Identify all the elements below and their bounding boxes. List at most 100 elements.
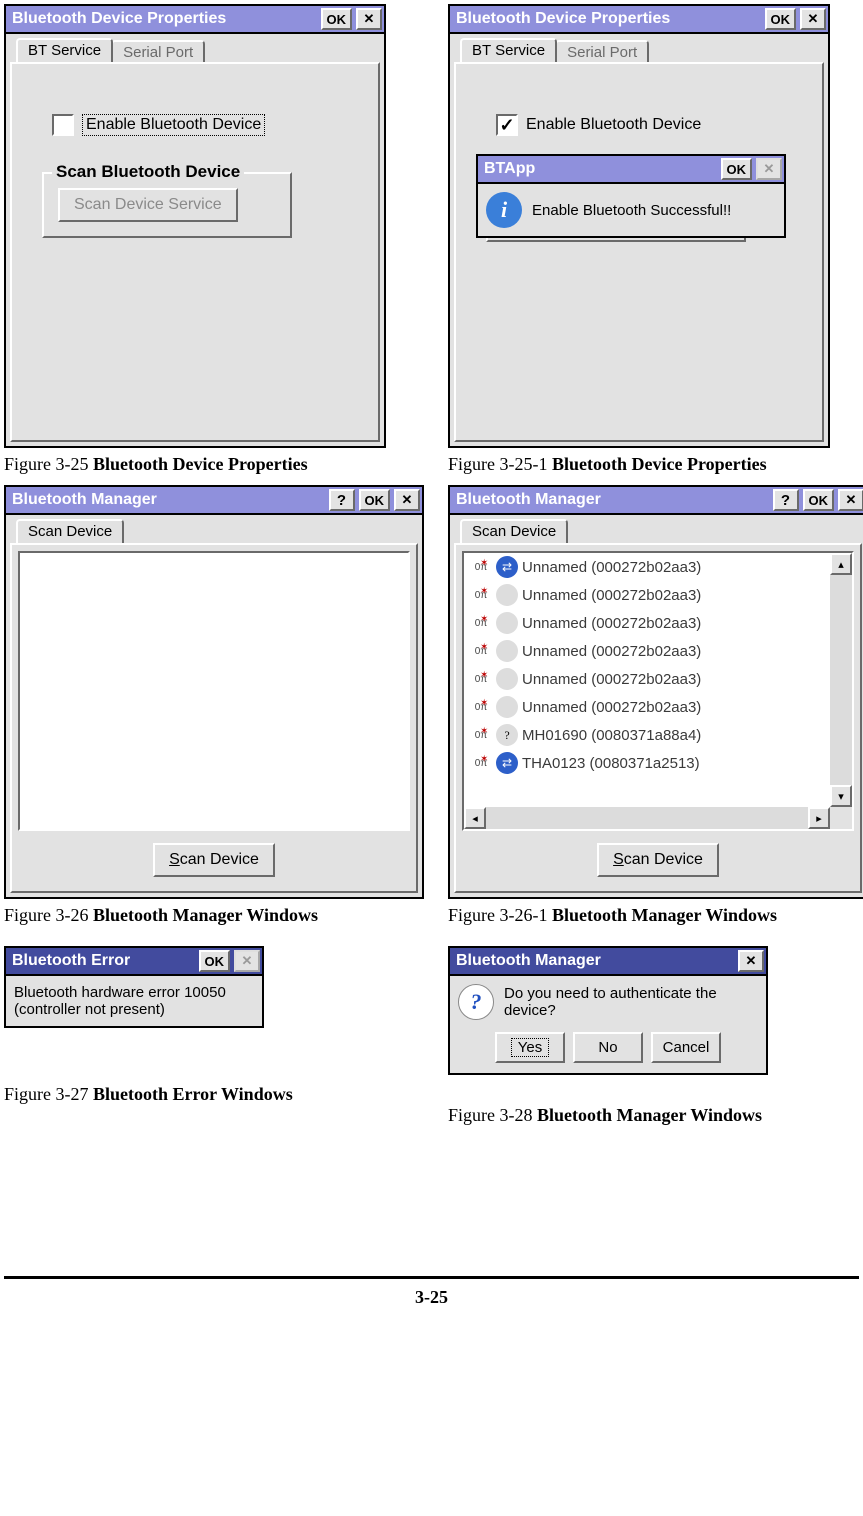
device-label: Unnamed (000272b02aa3) — [522, 587, 701, 604]
scan-device-button[interactable]: Scan Device — [597, 843, 719, 877]
scroll-right-icon[interactable]: ▸ — [808, 807, 830, 829]
vertical-scrollbar[interactable]: ▴ ▾ — [830, 553, 852, 807]
titlebar: Bluetooth Manager OK — [450, 487, 863, 515]
list-item[interactable]: 0π⇄THA0123 (0080371a2513) — [464, 749, 830, 777]
ok-button[interactable]: OK — [199, 950, 231, 972]
bt-auth-dialog: Bluetooth Manager ? Do you need to authe… — [448, 946, 768, 1075]
dialog-message: Enable Bluetooth Successful!! — [532, 202, 731, 219]
titlebar: Bluetooth Manager — [450, 948, 766, 976]
bt-manager-window-empty: Bluetooth Manager OK Scan Device Scan De… — [4, 485, 424, 899]
titlebar: Bluetooth Device Properties OK — [6, 6, 384, 34]
figure-caption: Figure 3-28 Bluetooth Manager Windows — [448, 1105, 859, 1126]
btapp-dialog: BTApp OK i Enable Bluetooth Successful!! — [476, 154, 786, 238]
device-label: Unnamed (000272b02aa3) — [522, 643, 701, 660]
tab-serial-port[interactable]: Serial Port — [555, 40, 649, 62]
scroll-down-icon[interactable]: ▾ — [830, 785, 852, 807]
tab-serial-port[interactable]: Serial Port — [111, 40, 205, 62]
bt-error-dialog: Bluetooth Error OK Bluetooth hardware er… — [4, 946, 264, 1028]
window-title: Bluetooth Manager — [450, 952, 736, 970]
device-label: THA0123 (0080371a2513) — [522, 755, 700, 772]
close-icon[interactable] — [738, 950, 764, 972]
key-icon — [496, 584, 518, 606]
list-item[interactable]: 0π⇄Unnamed (000272b02aa3) — [464, 553, 830, 581]
figure-caption: Figure 3-26 Bluetooth Manager Windows — [4, 905, 448, 926]
window-title: Bluetooth Manager — [6, 491, 327, 509]
bt-manager-window-list: Bluetooth Manager OK Scan Device 0π⇄Unna… — [448, 485, 863, 899]
titlebar: Bluetooth Device Properties OK — [450, 6, 828, 34]
dialog-message: Do you need to authenticate the device? — [504, 985, 758, 1019]
net-icon: ⇄ — [496, 752, 518, 774]
close-icon — [756, 158, 782, 180]
cancel-button[interactable]: Cancel — [651, 1032, 721, 1063]
scroll-left-icon[interactable]: ◂ — [464, 807, 486, 829]
device-list[interactable]: 0π⇄Unnamed (000272b02aa3)0πUnnamed (0002… — [462, 551, 854, 831]
titlebar: Bluetooth Error OK — [6, 948, 262, 976]
titlebar: BTApp OK — [478, 156, 784, 184]
window-title: Bluetooth Manager — [450, 491, 771, 509]
figure-caption: Figure 3-25-1 Bluetooth Device Propertie… — [448, 454, 859, 475]
figure-caption: Figure 3-26-1 Bluetooth Manager Windows — [448, 905, 859, 926]
scan-device-button[interactable]: Scan Device — [153, 843, 275, 877]
status-icon: 0π — [468, 612, 494, 634]
help-icon[interactable] — [773, 489, 799, 511]
enable-bluetooth-label: Enable Bluetooth Device — [526, 116, 701, 134]
close-icon[interactable] — [838, 489, 863, 511]
device-label: Unnamed (000272b02aa3) — [522, 559, 701, 576]
horizontal-scrollbar[interactable]: ◂ ▸ — [464, 807, 830, 829]
list-item[interactable]: 0π Unnamed (000272b02aa3) — [464, 581, 830, 609]
enable-bluetooth-checkbox[interactable] — [52, 114, 74, 136]
status-icon: 0π — [468, 584, 494, 606]
scan-device-service-button[interactable]: Scan Device Service — [58, 188, 238, 222]
close-icon[interactable] — [356, 8, 382, 30]
ok-button[interactable]: OK — [721, 158, 753, 180]
yes-button[interactable]: Yes — [495, 1032, 565, 1063]
status-icon: 0π — [468, 696, 494, 718]
figure-caption: Figure 3-25 Bluetooth Device Properties — [4, 454, 448, 475]
unk-icon: ? — [496, 724, 518, 746]
close-icon[interactable] — [394, 489, 420, 511]
window-title: Bluetooth Error — [6, 952, 197, 970]
no-button[interactable]: No — [573, 1032, 643, 1063]
status-icon: 0π — [468, 556, 494, 578]
ok-button[interactable]: OK — [321, 8, 353, 30]
bt-properties-window-success: Bluetooth Device Properties OK BT Servic… — [448, 4, 830, 448]
scan-group-title: Scan Bluetooth Device — [52, 162, 244, 182]
dialog-message: Bluetooth hardware error 10050 (controll… — [14, 984, 254, 1018]
device-label: Unnamed (000272b02aa3) — [522, 699, 701, 716]
device-label: Unnamed (000272b02aa3) — [522, 615, 701, 632]
card-icon — [496, 612, 518, 634]
tab-bt-service[interactable]: BT Service — [16, 38, 113, 62]
close-icon[interactable] — [800, 8, 826, 30]
list-item[interactable]: 0π Unnamed (000272b02aa3) — [464, 665, 830, 693]
tab-scan-device[interactable]: Scan Device — [16, 519, 124, 543]
status-icon: 0π — [468, 724, 494, 746]
help-icon[interactable] — [329, 489, 355, 511]
net-icon: ⇄ — [496, 556, 518, 578]
status-icon: 0π — [468, 640, 494, 662]
question-icon: ? — [458, 984, 494, 1020]
list-item[interactable]: 0π?MH01690 (0080371a88a4) — [464, 721, 830, 749]
tab-scan-device[interactable]: Scan Device — [460, 519, 568, 543]
device-label: Unnamed (000272b02aa3) — [522, 671, 701, 688]
enable-bluetooth-checkbox[interactable]: ✓ — [496, 114, 518, 136]
enable-bluetooth-label: Enable Bluetooth Device — [82, 114, 265, 136]
tab-bt-service[interactable]: BT Service — [460, 38, 557, 62]
device-list[interactable] — [18, 551, 410, 831]
pc-icon — [496, 696, 518, 718]
window-title: BTApp — [478, 160, 719, 178]
list-item[interactable]: 0π Unnamed (000272b02aa3) — [464, 637, 830, 665]
device-label: MH01690 (0080371a88a4) — [522, 727, 701, 744]
scroll-up-icon[interactable]: ▴ — [830, 553, 852, 575]
ok-button[interactable]: OK — [359, 489, 391, 511]
list-item[interactable]: 0π Unnamed (000272b02aa3) — [464, 693, 830, 721]
list-item[interactable]: 0π Unnamed (000272b02aa3) — [464, 609, 830, 637]
status-icon: 0π — [468, 668, 494, 690]
figure-caption: Figure 3-27 Bluetooth Error Windows — [4, 1084, 448, 1105]
titlebar: Bluetooth Manager OK — [6, 487, 422, 515]
print-icon — [496, 668, 518, 690]
ok-button[interactable]: OK — [765, 8, 797, 30]
window-title: Bluetooth Device Properties — [450, 10, 763, 28]
status-icon: 0π — [468, 752, 494, 774]
ok-button[interactable]: OK — [803, 489, 835, 511]
window-title: Bluetooth Device Properties — [6, 10, 319, 28]
